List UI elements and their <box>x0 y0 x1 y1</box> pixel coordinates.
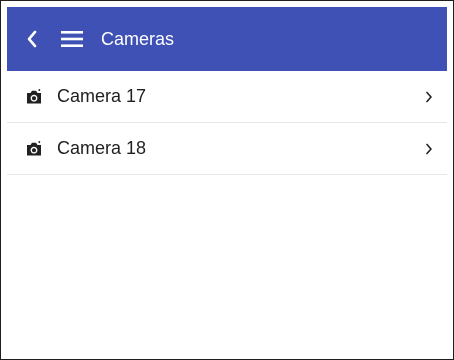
back-chevron-icon <box>27 30 37 48</box>
camera-list-item[interactable]: Camera 17 <box>7 71 447 123</box>
camera-icon <box>23 88 45 105</box>
page-title: Cameras <box>101 28 175 49</box>
camera-label: Camera 17 <box>57 86 147 106</box>
camera-icon <box>23 140 45 157</box>
hamburger-menu-icon <box>61 31 83 47</box>
menu-button[interactable] <box>57 7 87 71</box>
camera-list-item[interactable]: Camera 18 <box>7 123 447 175</box>
app-bar: Cameras <box>7 7 447 71</box>
camera-label: Camera 18 <box>57 138 147 158</box>
chevron-right-icon <box>419 91 439 103</box>
chevron-right-icon <box>419 143 439 155</box>
app-window: Cameras Camera 17 Camera 18 <box>0 0 454 360</box>
back-button[interactable] <box>17 7 47 71</box>
camera-list: Camera 17 Camera 18 <box>7 71 447 175</box>
